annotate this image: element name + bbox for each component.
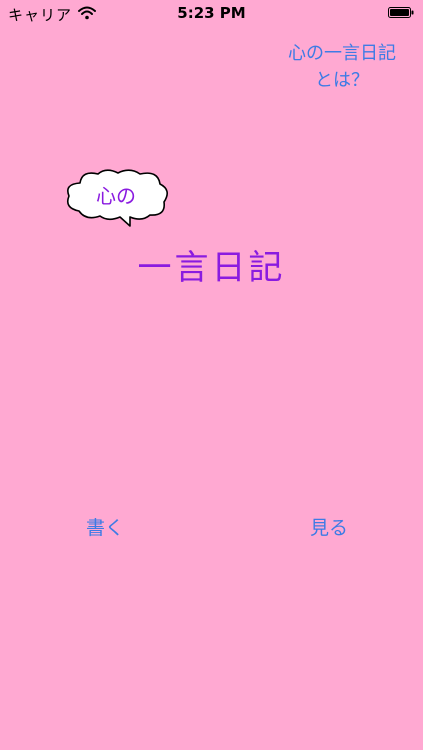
app-title: 一言日記 xyxy=(137,248,286,288)
write-button[interactable]: 書く xyxy=(86,513,124,540)
status-time: 5:23 PM xyxy=(177,4,246,22)
logo-bubble-text: 心の xyxy=(96,184,136,208)
about-link-line-1: 心の一言日記 xyxy=(288,43,396,64)
status-bar: キャリア 5:23 PM xyxy=(0,0,423,26)
view-button[interactable]: 見る xyxy=(310,513,348,540)
logo-speech-bubble: 心の xyxy=(62,168,174,230)
about-app-link[interactable]: 心の一言日記 とは？ xyxy=(277,40,407,94)
battery-icon xyxy=(388,7,414,18)
about-link-line-2: とは？ xyxy=(315,70,369,91)
